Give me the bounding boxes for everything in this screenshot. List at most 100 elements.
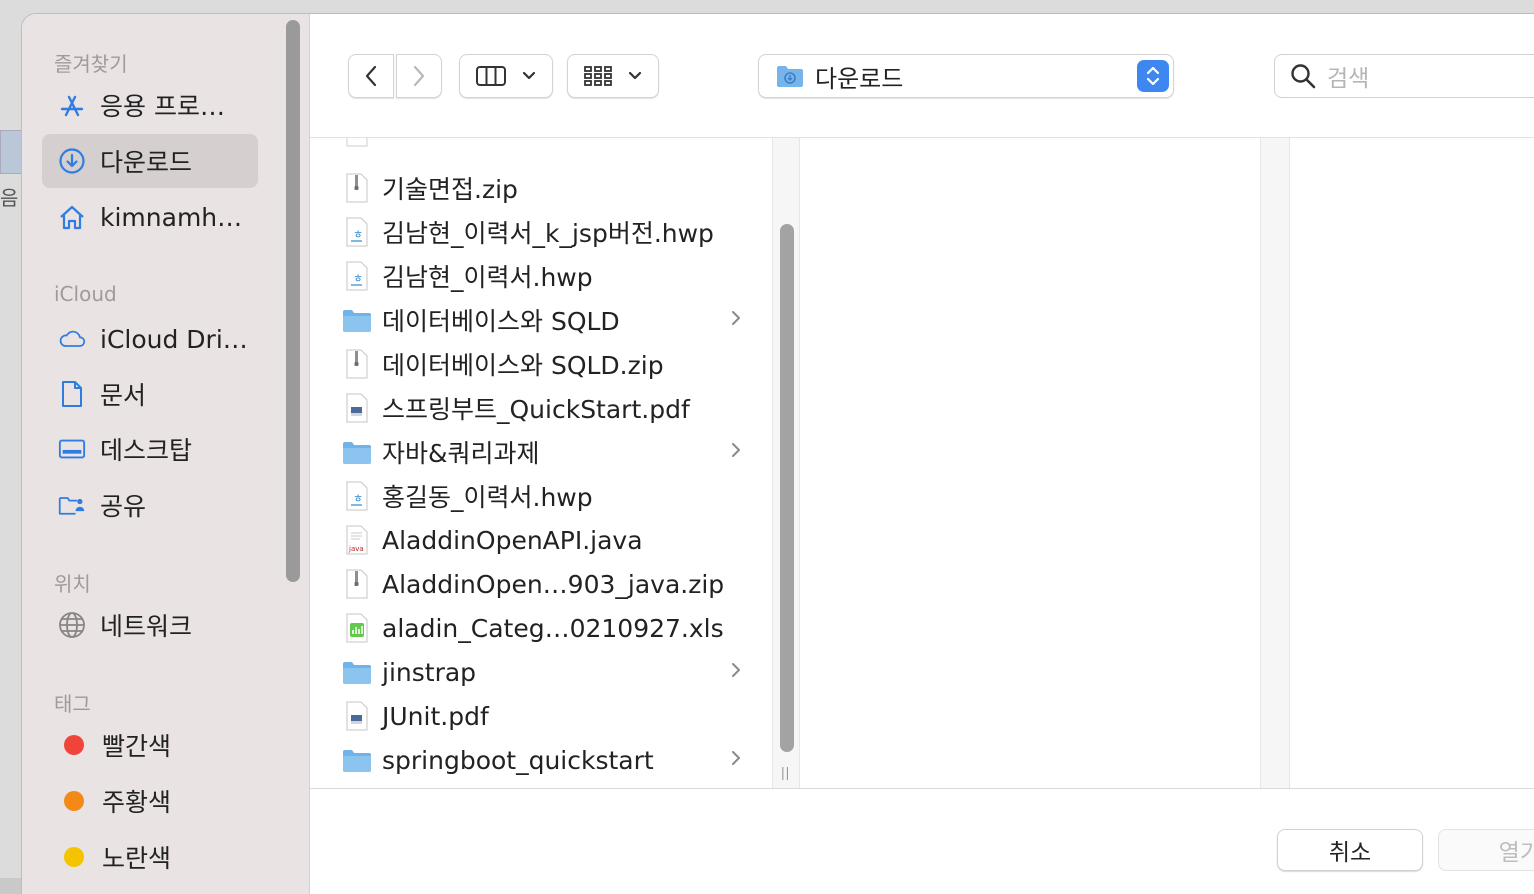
chevron-right-icon — [413, 65, 425, 87]
sidebar-item-documents[interactable]: 문서 — [42, 367, 258, 421]
sidebar-item-network[interactable]: 네트워크 — [42, 598, 258, 652]
file-row[interactable]: 데이터베이스와 SQLD.zip — [310, 342, 772, 386]
document-icon — [58, 380, 86, 408]
chevron-right-icon — [730, 308, 742, 333]
tag-color-dot — [64, 847, 84, 867]
file-name: springboot_quickstart — [382, 745, 654, 775]
location-popup[interactable]: 다운로드 — [758, 54, 1174, 98]
tag-color-dot — [64, 735, 84, 755]
background-window-text: 음 — [0, 186, 19, 210]
zip-file-icon — [342, 171, 372, 205]
hwp-file-icon: ㅎ — [342, 259, 372, 293]
sidebar-item-desktop[interactable]: 데스크탑 — [42, 422, 258, 476]
file-row[interactable]: 스프링부트_QuickStart.pdf — [310, 386, 772, 430]
file-name: 홍길동_이력서.hwp — [382, 483, 593, 512]
sidebar-item-label: kimnamh… — [100, 202, 243, 232]
file-row[interactable]: java AladdinOpenAPI.java — [310, 518, 772, 562]
sidebar-item-label: 다운로드 — [100, 148, 193, 177]
home-icon — [58, 203, 86, 231]
file-list-scrollbar-thumb[interactable] — [780, 224, 794, 752]
sidebar-item-shared[interactable]: 공유 — [42, 478, 258, 532]
columns-view-icon — [476, 66, 506, 86]
file-name: jinstrap — [382, 657, 477, 687]
sidebar-item-tag-orange[interactable]: 주황색 — [42, 774, 258, 828]
sidebar-item-icloud-drive[interactable]: iCloud Dri… — [42, 312, 258, 366]
svg-text:ㅎ: ㅎ — [353, 272, 363, 285]
folder-row[interactable]: jinstrap — [310, 650, 772, 694]
sidebar-item-label: 공유 — [100, 492, 147, 521]
file-name: 김남현_이력서_k_jsp버전.hwp — [382, 219, 714, 248]
back-button[interactable] — [348, 54, 394, 98]
sidebar-item-label: iCloud Dri… — [100, 324, 248, 354]
cancel-button[interactable]: 취소 — [1277, 829, 1423, 871]
updown-arrows-icon — [1137, 60, 1169, 92]
dialog-footer: 취소 열기 — [310, 788, 1534, 894]
folder-icon — [342, 655, 372, 689]
group-by-button[interactable] — [567, 54, 659, 98]
file-row[interactable]: ㅎ 홍길동_이력서.hwp — [310, 474, 772, 518]
hwp-file-icon — [342, 138, 372, 149]
file-row[interactable]: ㅎ 김남현_이력서_k_jsp버전.hwp — [310, 210, 772, 254]
folder-icon — [342, 435, 372, 469]
pdf-file-icon — [342, 391, 372, 425]
sidebar: 즐겨찾기 응용 프로… 다운로드 kimnamh… iCloud iCloud — [22, 14, 310, 894]
chevron-right-icon — [730, 660, 742, 685]
zip-file-icon — [342, 347, 372, 381]
chevron-down-icon — [628, 71, 642, 80]
downloads-folder-icon — [777, 66, 803, 87]
chevron-left-icon — [365, 65, 377, 87]
sidebar-item-tag-red[interactable]: 빨간색 — [42, 718, 258, 772]
column-resize-handle[interactable]: || — [781, 764, 790, 780]
pdf-file-icon — [342, 699, 372, 733]
sidebar-section-tags: 태그 — [54, 692, 91, 716]
location-label: 다운로드 — [815, 64, 904, 93]
sidebar-item-label: 네트워크 — [100, 612, 193, 641]
background-window-edge — [0, 130, 22, 174]
file-row[interactable]: JUnit.pdf — [310, 694, 772, 738]
sidebar-scrollbar[interactable] — [286, 20, 300, 582]
grid-icon — [584, 66, 612, 86]
sidebar-item-home[interactable]: kimnamh… — [42, 190, 258, 244]
chevron-right-icon — [730, 440, 742, 465]
sidebar-item-label: 데스크탑 — [100, 436, 193, 465]
column-divider[interactable] — [1260, 138, 1290, 788]
folder-row[interactable]: 자바&쿼리과제 — [310, 430, 772, 474]
chevron-down-icon — [522, 71, 536, 80]
open-file-dialog: 즐겨찾기 응용 프로… 다운로드 kimnamh… iCloud iCloud — [22, 14, 1534, 894]
svg-text:ㅎ: ㅎ — [353, 228, 363, 241]
folder-row[interactable]: 데이터베이스와 SQLD — [310, 298, 772, 342]
hwp-file-icon: ㅎ — [342, 215, 372, 249]
open-button[interactable]: 열기 — [1438, 829, 1534, 871]
tag-color-dot — [64, 791, 84, 811]
sidebar-item-downloads[interactable]: 다운로드 — [42, 134, 258, 188]
desktop-icon — [58, 435, 86, 463]
toolbar: 다운로드 검색 — [310, 14, 1534, 138]
file-list-column: 기술면접.zip ㅎ 김남현_이력서_k_jsp버전.hwp ㅎ 김남현_이력서.hwp… — [310, 138, 772, 788]
view-mode-button[interactable] — [459, 54, 553, 98]
file-row-partial — [310, 138, 772, 154]
java-file-icon: java — [342, 523, 372, 557]
applications-icon — [58, 91, 86, 119]
file-list-scrollbar-track[interactable]: || — [772, 138, 800, 788]
file-row[interactable]: ㅎ 김남현_이력서.hwp — [310, 254, 772, 298]
sidebar-item-label: 응용 프로… — [100, 92, 225, 121]
sidebar-item-tag-yellow[interactable]: 노란색 — [42, 830, 258, 884]
file-name: aladin_Categ…0210927.xls — [382, 613, 724, 643]
sidebar-item-applications[interactable]: 응용 프로… — [42, 78, 258, 132]
file-row[interactable]: aladin_Categ…0210927.xls — [310, 606, 772, 650]
svg-text:ㅎ: ㅎ — [353, 492, 363, 505]
sidebar-item-label: 노란색 — [102, 844, 172, 873]
sidebar-section-icloud: iCloud — [54, 282, 117, 306]
search-field[interactable]: 검색 — [1274, 54, 1534, 98]
sidebar-section-favorites: 즐겨찾기 — [54, 52, 128, 76]
file-name: 데이터베이스와 SQLD.zip — [382, 351, 664, 380]
folder-row[interactable]: springboot_quickstart — [310, 738, 772, 782]
file-row[interactable]: AladdinOpen…903_java.zip — [310, 562, 772, 606]
file-row[interactable]: 기술면접.zip — [310, 166, 772, 210]
svg-text:java: java — [348, 545, 364, 553]
forward-button[interactable] — [396, 54, 442, 98]
folder-icon — [342, 743, 372, 777]
file-name: 자바&쿼리과제 — [382, 439, 540, 468]
xls-file-icon — [342, 611, 372, 645]
file-name: 김남현_이력서.hwp — [382, 263, 593, 292]
